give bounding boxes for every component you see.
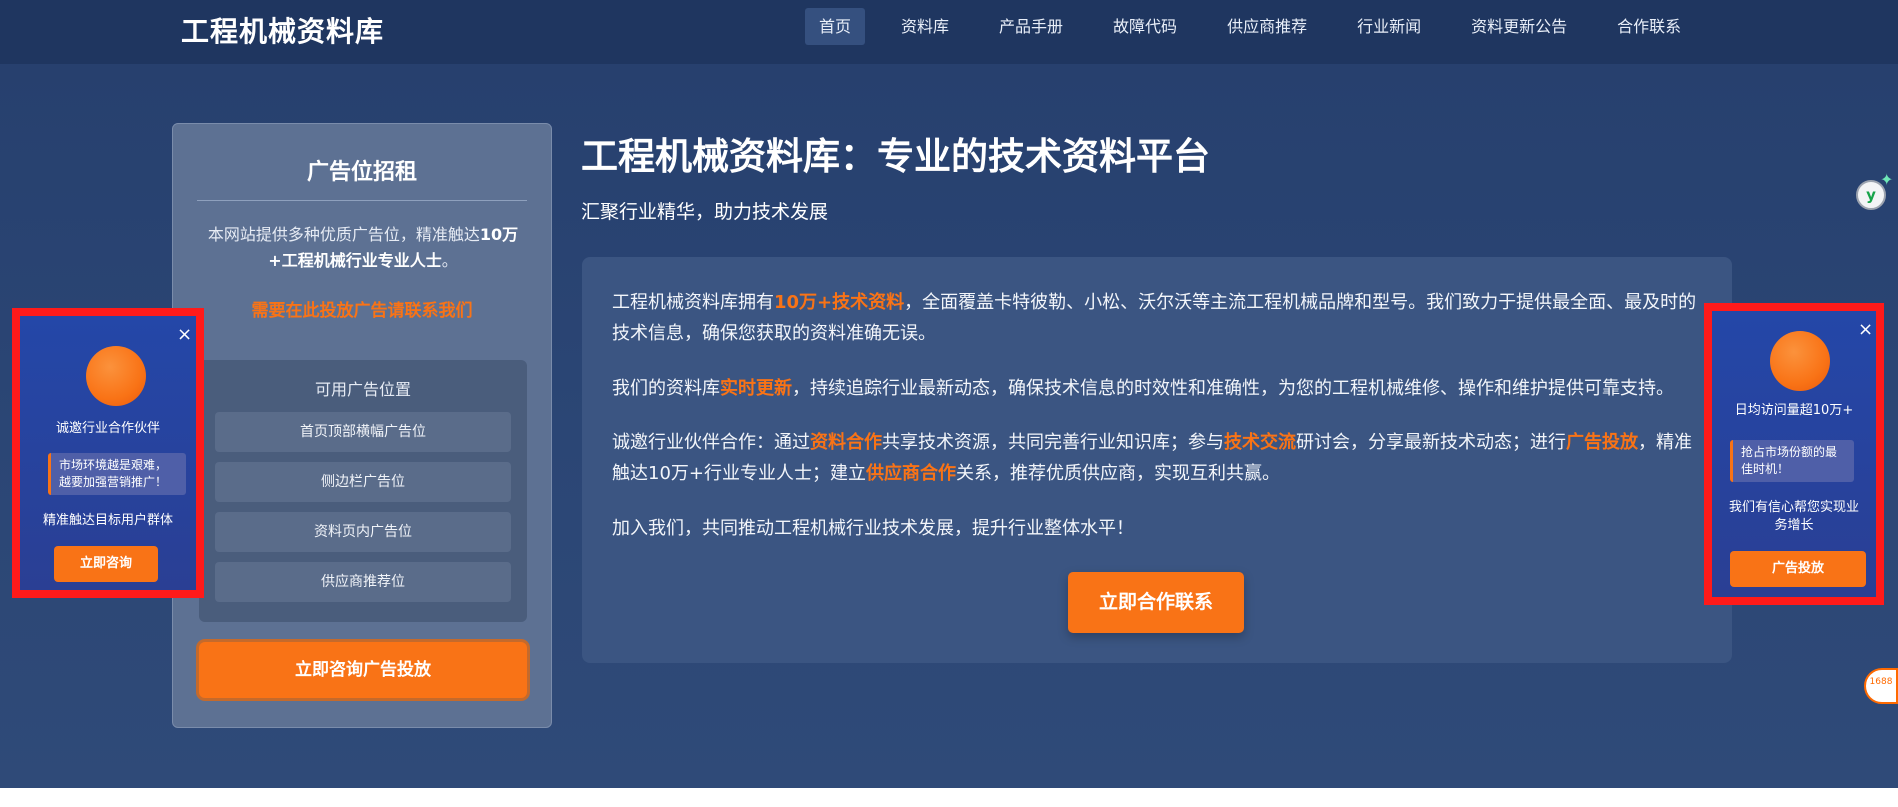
nav-item-library[interactable]: 资料库: [887, 8, 963, 45]
cooperation-contact-button[interactable]: 立即合作联系: [1068, 572, 1244, 633]
popup-left-consult-button[interactable]: 立即咨询: [54, 546, 158, 582]
page-subtitle: 汇聚行业精华，助力技术发展: [581, 201, 829, 223]
ad-position-item[interactable]: 供应商推荐位: [215, 562, 511, 602]
popup-right-title: 日均访问量超10万+: [1734, 403, 1854, 418]
ad-positions-title: 可用广告位置: [314, 380, 411, 399]
ad-contact-text: 需要在此投放广告请联系我们: [251, 301, 473, 321]
top-navbar: 工程机械资料库 首页 资料库 产品手册 故障代码 供应商推荐 行业新闻 资料更新…: [0, 0, 1898, 64]
sidebar-ad-panel: 广告位招租 本网站提供多种优质广告位，精准触达10万+工程机械行业专业人士。 需…: [172, 123, 552, 728]
popup-right-ad-button[interactable]: 广告投放: [1730, 551, 1866, 587]
sparkle-icon: ✦: [1880, 170, 1894, 189]
nav-item-contact[interactable]: 合作联系: [1603, 8, 1695, 45]
site-logo[interactable]: 工程机械资料库: [181, 10, 384, 50]
consult-ad-button[interactable]: 立即咨询广告投放: [199, 642, 527, 698]
highlight-text: 技术交流: [1224, 432, 1296, 453]
text: ，持续追踪行业最新动态，确保技术信息的时效性和准确性，为您的工程机械维修、操作和…: [792, 378, 1674, 399]
paragraph-intro: 工程机械资料库拥有10万+技术资料，全面覆盖卡特彼勒、小松、沃尔沃等主流工程机械…: [612, 287, 1702, 349]
paragraph-cooperation: 诚邀行业伙伴合作：通过资料合作共享技术资源，共同完善行业知识库；参与技术交流研讨…: [612, 427, 1702, 489]
nav-item-fault-codes[interactable]: 故障代码: [1099, 8, 1191, 45]
divider: [197, 200, 527, 201]
main-nav: 首页 资料库 产品手册 故障代码 供应商推荐 行业新闻 资料更新公告 合作联系: [805, 8, 1717, 45]
nav-item-updates[interactable]: 资料更新公告: [1457, 8, 1581, 45]
paragraph-updates: 我们的资料库实时更新，持续追踪行业最新动态，确保技术信息的时效性和准确性，为您的…: [612, 373, 1702, 404]
page-background: 工程机械资料库 首页 资料库 产品手册 故障代码 供应商推荐 行业新闻 资料更新…: [0, 0, 1898, 788]
close-icon[interactable]: ×: [1858, 321, 1873, 339]
popup-right-line: 我们有信心帮您实现业务增长: [1728, 500, 1859, 533]
ad-panel-description: 本网站提供多种优质广告位，精准触达10万+工程机械行业专业人士。: [203, 222, 523, 274]
nav-item-manuals[interactable]: 产品手册: [985, 8, 1077, 45]
ad-desc-text: 本网站提供多种优质广告位，精准触达: [207, 225, 480, 244]
paragraph-join: 加入我们，共同推动工程机械行业技术发展，提升行业整体水平！: [612, 518, 1134, 539]
highlight-text: 供应商合作: [866, 463, 956, 484]
orange-badge-icon: [86, 346, 146, 406]
ad-position-item[interactable]: 侧边栏广告位: [215, 462, 511, 502]
content-card: 工程机械资料库拥有10万+技术资料，全面覆盖卡特彼勒、小松、沃尔沃等主流工程机械…: [582, 257, 1732, 663]
popup-left-title: 诚邀行业合作伙伴: [55, 421, 160, 436]
ad-positions-box: 可用广告位置 首页顶部横幅广告位 侧边栏广告位 资料页内广告位 供应商推荐位: [199, 360, 527, 622]
popup-left-message: 市场环境越是艰难，越要加强营销推广！: [48, 453, 186, 495]
nav-item-news[interactable]: 行业新闻: [1343, 8, 1435, 45]
orange-badge-icon: [1770, 331, 1830, 391]
popup-left: × 诚邀行业合作伙伴 市场环境越是艰难，越要加强营销推广！ 精准触达目标用户群体…: [12, 308, 204, 598]
popup-left-line: 精准触达目标用户群体: [42, 513, 173, 528]
text: 我们的资料库: [612, 378, 720, 399]
ad-position-item[interactable]: 首页顶部横幅广告位: [215, 412, 511, 452]
highlight-text: 10万+技术资料: [774, 292, 905, 313]
ad-panel-title: 广告位招租: [306, 160, 417, 185]
close-icon[interactable]: ×: [177, 326, 192, 344]
highlight-text: 资料合作: [810, 432, 882, 453]
highlight-text: 广告投放: [1566, 432, 1638, 453]
alibaba-1688-icon[interactable]: 1688: [1864, 668, 1898, 704]
popup-right: × 日均访问量超10万+ 抢占市场份额的最佳时机！ 我们有信心帮您实现业务增长 …: [1704, 303, 1884, 605]
text: 诚邀行业伙伴合作：通过: [612, 432, 810, 453]
text: 共享技术资源，共同完善行业知识库；参与: [882, 432, 1224, 453]
popup-right-message: 抢占市场份额的最佳时机！: [1730, 440, 1854, 482]
text: 研讨会，分享最新技术动态；进行: [1296, 432, 1566, 453]
popup-left-body: × 诚邀行业合作伙伴 市场环境越是艰难，越要加强营销推广！ 精准触达目标用户群体…: [20, 316, 196, 590]
nav-item-suppliers[interactable]: 供应商推荐: [1213, 8, 1321, 45]
page-title: 工程机械资料库：专业的技术资料平台: [581, 135, 1210, 178]
ad-position-item[interactable]: 资料页内广告位: [215, 512, 511, 552]
ad-desc-suffix: 。: [441, 251, 458, 270]
nav-item-home[interactable]: 首页: [805, 8, 866, 45]
text: 工程机械资料库拥有: [612, 292, 774, 313]
popup-right-body: × 日均访问量超10万+ 抢占市场份额的最佳时机！ 我们有信心帮您实现业务增长 …: [1712, 311, 1876, 597]
highlight-text: 实时更新: [720, 378, 792, 399]
text: 关系，推荐优质供应商，实现互利共赢。: [956, 463, 1280, 484]
